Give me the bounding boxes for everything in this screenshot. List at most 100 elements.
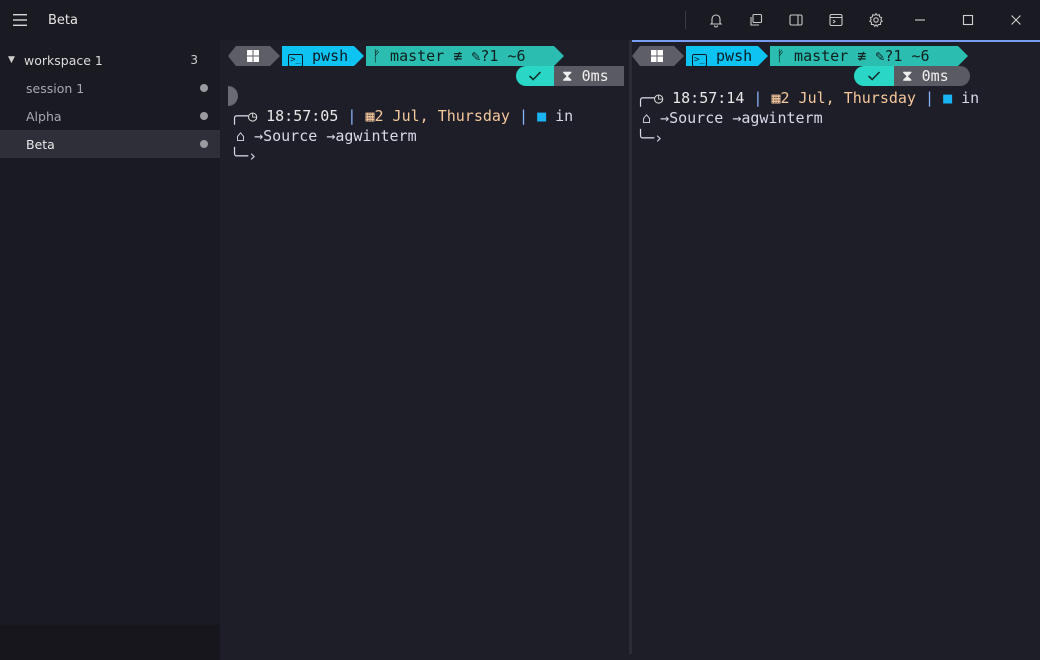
pipe-separator: | — [753, 89, 763, 107]
prompt-segments: >_ pwsh ᚠ master ≢ ✎?1 ~6 — [632, 46, 972, 67]
prompt-line-3: ╰─› — [230, 146, 257, 166]
prompt-time: 18:57:14 — [672, 89, 745, 107]
path-segment: agwinterm — [741, 109, 823, 127]
terminal-prompt-icon: >_ — [288, 54, 303, 67]
calendar-icon: ▦ — [771, 89, 781, 107]
prompt-line-1: ╭─◷ 18:57:05 | ▦2 Jul, Thursday | ■ in — [230, 106, 573, 126]
title-separator — [685, 11, 686, 29]
sidebar-item-session-1[interactable]: session 1 — [0, 74, 220, 102]
prompt-corner: ╭─ — [230, 107, 249, 125]
workspace-name: workspace 1 — [24, 52, 103, 68]
panel-toggle-button[interactable] — [776, 0, 816, 40]
status-segment: ⧗ 0ms — [854, 66, 970, 86]
prompt-date: 2 Jul, Thursday — [780, 89, 916, 107]
sidebar-item-alpha[interactable]: Alpha — [0, 102, 220, 130]
windows-logo-icon — [651, 50, 663, 62]
edit-icon: ✎ — [875, 47, 885, 65]
close-button[interactable] — [992, 0, 1040, 40]
git-branch: master — [794, 47, 849, 65]
segment-arrow — [674, 46, 684, 66]
calendar-icon: ▦ — [365, 107, 375, 125]
path-arrow: → — [732, 109, 742, 127]
in-label: in — [961, 89, 980, 107]
gear-icon — [868, 12, 884, 28]
prompt-date: 2 Jul, Thursday — [374, 107, 510, 125]
git-branch: master — [390, 47, 445, 65]
clock-icon: ◷ — [248, 107, 258, 125]
prompt-line-3: ╰─› — [636, 128, 663, 148]
path-arrow: → — [254, 127, 264, 145]
session-label: session 1 — [26, 80, 85, 96]
terminal-box-button[interactable] — [816, 0, 856, 40]
git-segment: ᚠ master ≢ ✎?1 ~6 — [770, 46, 958, 66]
git-branch-icon: ᚠ — [372, 47, 382, 65]
workspace-count: 3 — [190, 53, 198, 67]
duration-segment: ⧗ 0ms — [894, 66, 970, 86]
path-segment: Source — [263, 127, 318, 145]
shell-segment: >_ pwsh — [686, 46, 758, 67]
segment-arrow — [270, 46, 280, 66]
hourglass-icon: ⧗ — [902, 67, 913, 85]
exit-ok-segment — [516, 66, 554, 86]
segment-arrow — [758, 46, 768, 66]
caret-down-icon[interactable]: ▼ — [8, 55, 24, 65]
folder-icon: ■ — [537, 107, 547, 125]
folder-icon: ■ — [943, 89, 953, 107]
prompt-chevron-icon: › — [248, 147, 258, 165]
in-label: in — [555, 107, 574, 125]
hourglass-icon: ⧗ — [562, 67, 573, 85]
os-segment — [640, 46, 674, 66]
duration: 0ms — [581, 67, 609, 85]
sidebar-item-beta[interactable]: Beta — [0, 130, 220, 158]
windows-button[interactable] — [736, 0, 776, 40]
terminal-box-icon — [829, 13, 843, 27]
check-icon — [867, 71, 881, 81]
status-dot — [200, 84, 208, 92]
path-segment: Source — [669, 109, 724, 127]
terminal-pane-right[interactable]: >_ pwsh ᚠ master ≢ ✎?1 ~6 ⧗ 0ms ╭─◷ 18:5… — [632, 40, 1040, 660]
pipe-separator: | — [519, 107, 529, 125]
windows-logo-icon — [247, 50, 259, 62]
sidebar-footer — [0, 625, 220, 660]
prompt-corner-bottom: ╰─ — [230, 147, 249, 165]
segment-cap — [228, 46, 236, 66]
pipe-separator: | — [347, 107, 357, 125]
home-icon: ⌂ — [642, 109, 652, 127]
path-arrow: → — [326, 127, 336, 145]
sidebar: ▼ workspace 1 3 session 1 Alpha Beta — [0, 40, 220, 625]
edit-icon: ✎ — [471, 47, 481, 65]
close-icon — [1011, 15, 1021, 25]
segment-cap — [632, 46, 640, 66]
exit-ok-segment — [854, 66, 894, 86]
duration-segment: ⧗ 0ms — [554, 66, 624, 86]
git-branch-icon: ᚠ — [776, 47, 786, 65]
shell-name: pwsh — [716, 47, 753, 65]
home-icon: ⌂ — [236, 127, 246, 145]
menu-button[interactable] — [0, 0, 40, 40]
session-label: Alpha — [26, 108, 62, 124]
shell-name: pwsh — [312, 47, 349, 65]
scroll-indicator — [228, 86, 238, 106]
prompt-chevron-icon: › — [654, 129, 664, 147]
status-segment: ⧗ 0ms — [516, 66, 624, 86]
prompt-line-2: ⌂ →Source →agwinterm — [642, 108, 823, 128]
terminal-pane-left[interactable]: >_ pwsh ᚠ master ≢ ✎?1 ~6 ⧗ 0ms ╭─◷ 18:5… — [220, 40, 629, 660]
workspace-row[interactable]: ▼ workspace 1 3 — [0, 46, 220, 74]
panel-icon — [789, 14, 803, 26]
minimize-icon — [915, 19, 925, 21]
prompt-line-2: ⌂ →Source →agwinterm — [236, 126, 417, 146]
git-changes: ?1 ~6 — [884, 47, 930, 65]
git-status: ≢ — [857, 47, 867, 65]
segment-arrow — [958, 46, 968, 66]
clock-icon: ◷ — [654, 89, 664, 107]
minimize-button[interactable] — [896, 0, 944, 40]
path-segment: agwinterm — [335, 127, 417, 145]
prompt-line-1: ╭─◷ 18:57:14 | ▦2 Jul, Thursday | ■ in — [636, 88, 979, 108]
notifications-button[interactable] — [696, 0, 736, 40]
prompt-segments: >_ pwsh ᚠ master ≢ ✎?1 ~6 — [228, 46, 568, 67]
pipe-separator: | — [925, 89, 935, 107]
status-dot — [200, 140, 208, 148]
maximize-button[interactable] — [944, 0, 992, 40]
settings-button[interactable] — [856, 0, 896, 40]
check-icon — [528, 71, 542, 81]
